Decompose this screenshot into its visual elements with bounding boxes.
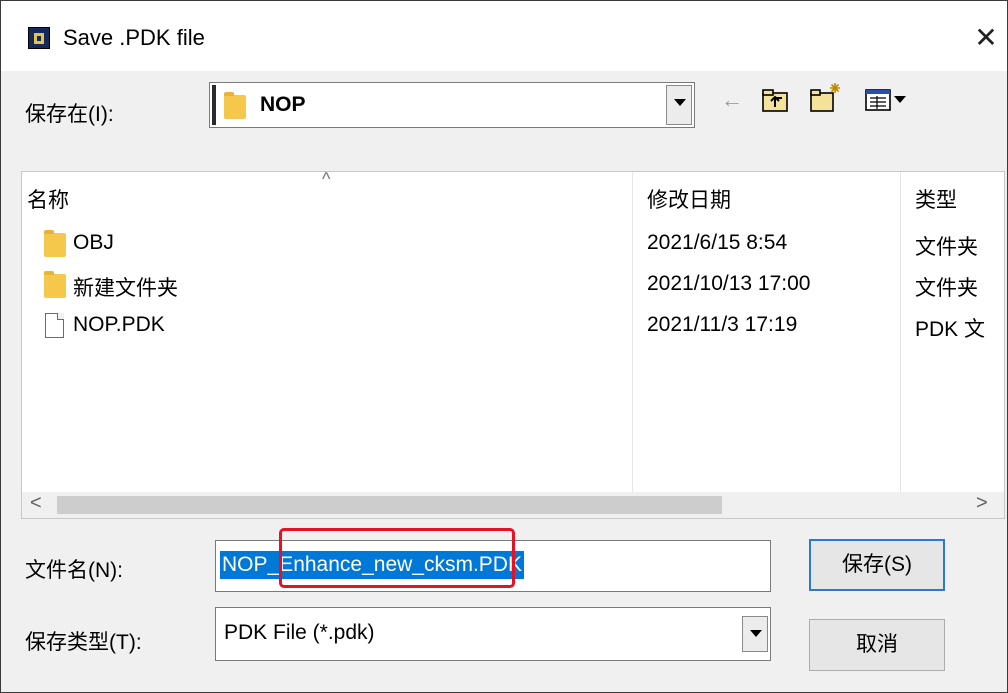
combo-bevel (212, 85, 216, 125)
filetype-dropdown[interactable]: PDK File (*.pdk) (215, 607, 771, 661)
up-folder-icon[interactable] (761, 87, 789, 113)
item-modified: 2021/11/3 17:19 (647, 313, 798, 336)
sort-indicator: ^ (322, 171, 331, 189)
save-in-value: NOP (260, 93, 306, 116)
app-icon (28, 27, 50, 49)
save-in-label: 保存在(I): (25, 103, 114, 126)
file-icon (45, 313, 64, 338)
save-button[interactable]: 保存(S) (809, 539, 945, 591)
item-type: PDK 文 (915, 318, 986, 341)
scroll-right-button[interactable]: > (976, 492, 988, 515)
column-header-name[interactable]: 名称 (27, 184, 69, 214)
filename-label: 文件名(N): (25, 559, 123, 582)
folder-icon (44, 230, 66, 257)
title-bar: Save .PDK file ✕ (1, 1, 1007, 71)
column-header-modified[interactable]: 修改日期 (647, 184, 731, 214)
item-name: 新建文件夹 (73, 277, 178, 300)
scroll-left-button[interactable]: < (30, 492, 42, 515)
file-list: ^ 名称 修改日期 类型 OBJ 2021/6/15 8:54 文件夹 新建文件… (21, 171, 1005, 519)
column-header-type[interactable]: 类型 (915, 184, 957, 214)
item-type: 文件夹 (915, 236, 978, 259)
folder-icon (224, 92, 246, 119)
folder-icon (44, 271, 66, 298)
save-in-dropdown[interactable]: NOP (209, 82, 695, 128)
back-button[interactable]: ← (721, 87, 743, 113)
chevron-down-icon[interactable] (666, 85, 692, 125)
cancel-button[interactable]: 取消 (809, 619, 945, 671)
horizontal-scrollbar[interactable]: < > (22, 492, 1004, 518)
close-button[interactable]: ✕ (969, 21, 1003, 55)
save-dialog: Save .PDK file ✕ 保存在(I): NOP ← ^ 名称 修改日期… (0, 0, 1008, 693)
new-folder-icon[interactable] (809, 81, 843, 113)
chevron-down-icon[interactable] (742, 616, 768, 652)
column-separator (632, 172, 633, 492)
view-menu-icon[interactable] (865, 87, 909, 113)
item-modified: 2021/10/13 17:00 (647, 272, 811, 295)
window-title: Save .PDK file (63, 25, 205, 50)
item-name: OBJ (73, 231, 114, 254)
filetype-value: PDK File (*.pdk) (224, 621, 375, 644)
column-separator (900, 172, 901, 492)
item-name: NOP.PDK (73, 313, 165, 336)
item-modified: 2021/6/15 8:54 (647, 231, 788, 254)
item-type: 文件夹 (915, 277, 978, 300)
highlight-box (279, 528, 515, 588)
filetype-label: 保存类型(T): (25, 631, 142, 654)
scrollbar-thumb[interactable] (57, 496, 722, 514)
